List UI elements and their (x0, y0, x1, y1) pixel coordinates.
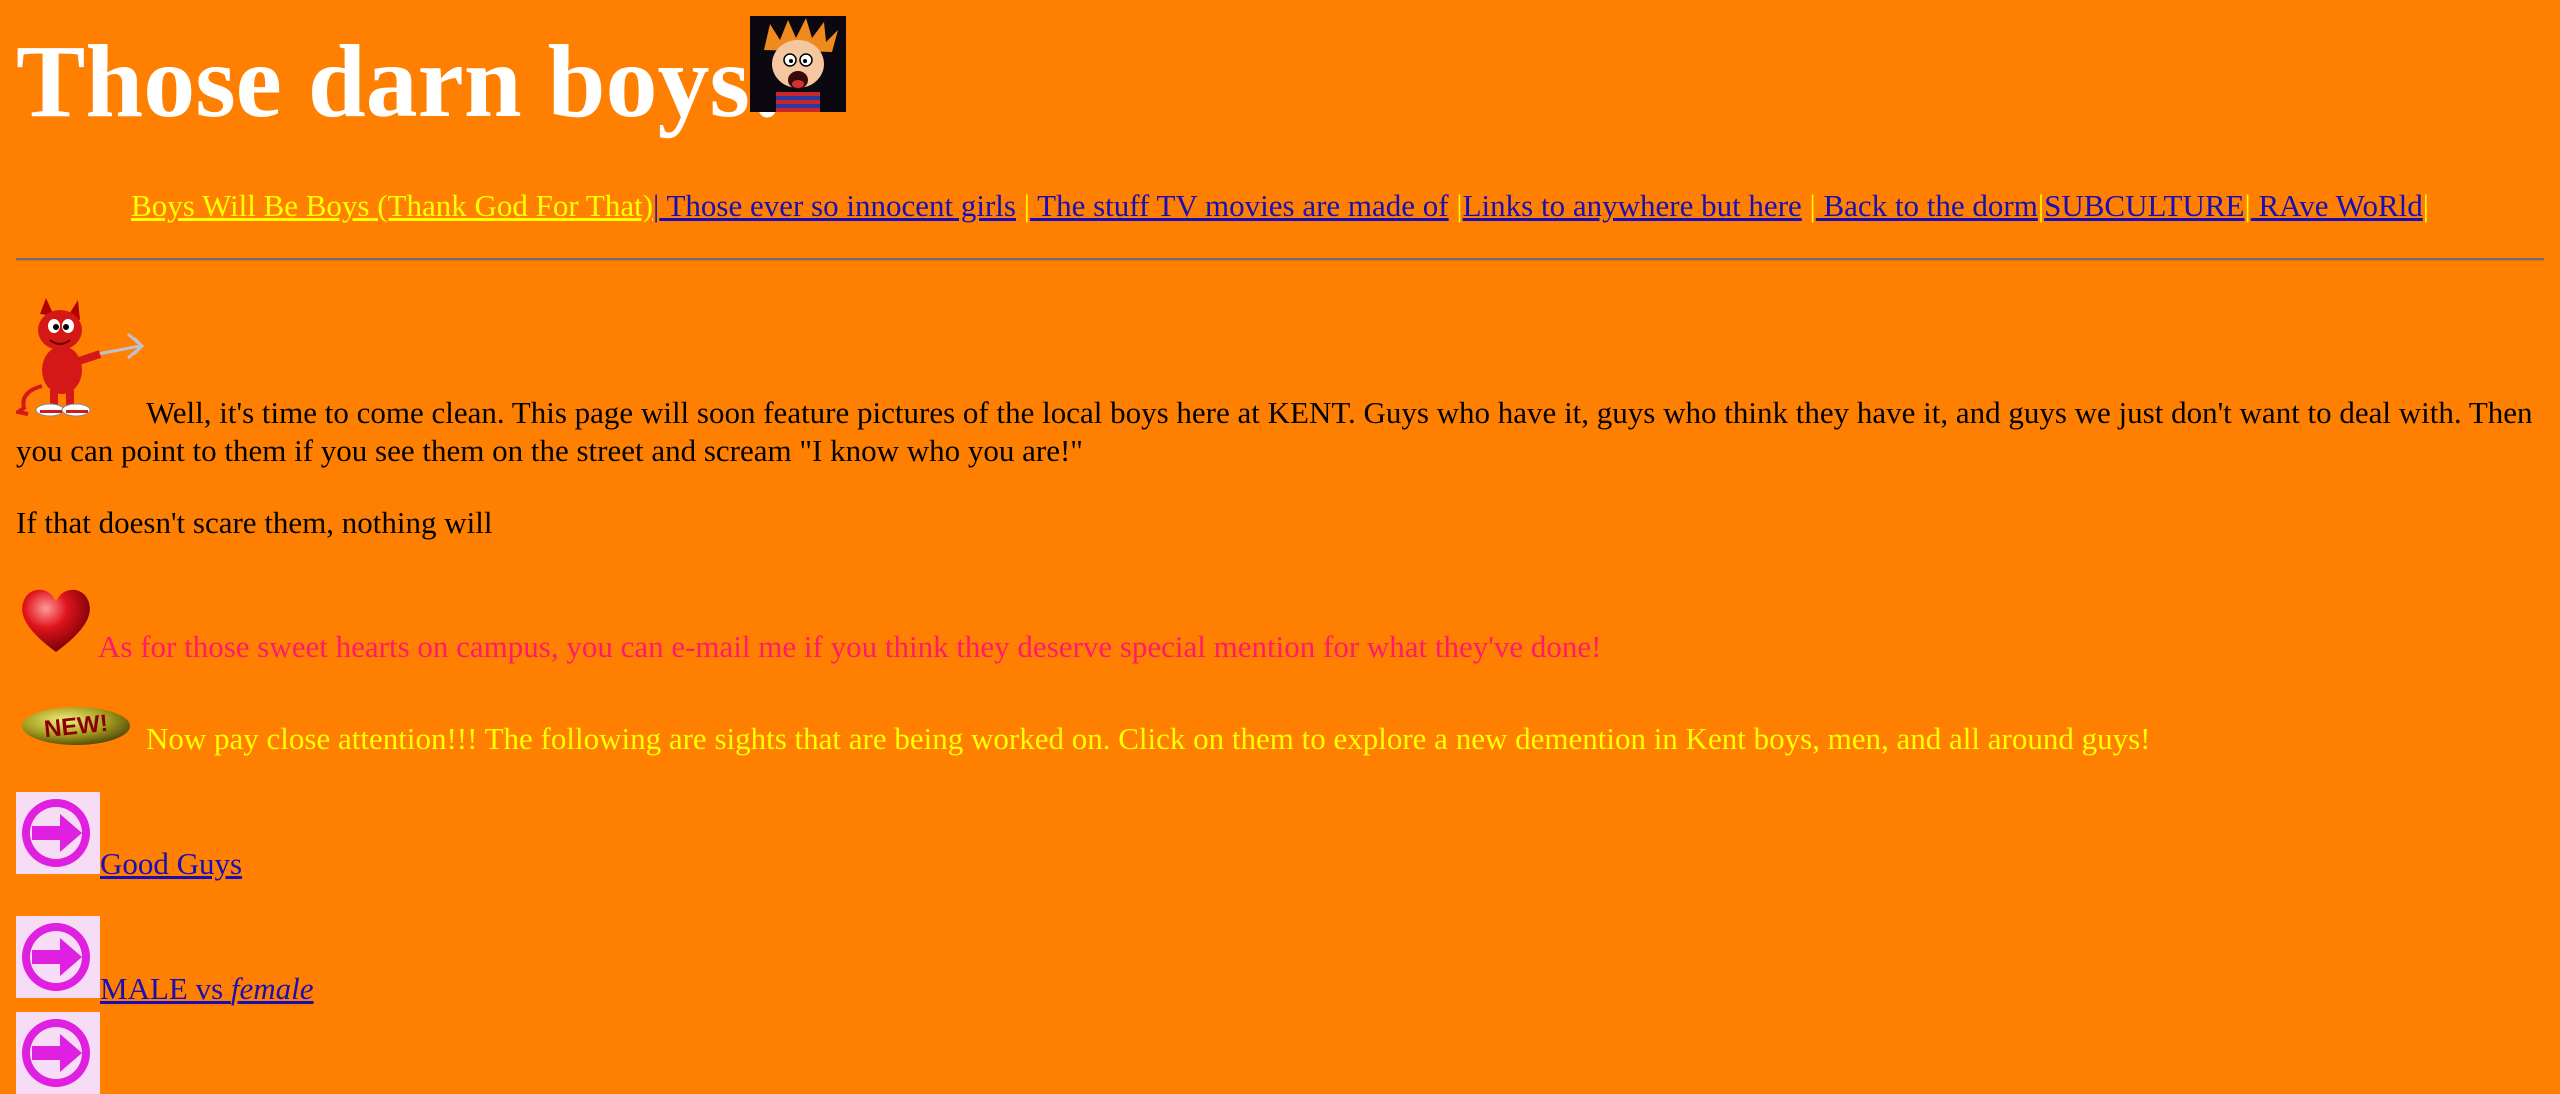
heart-icon (16, 582, 96, 656)
page-title: Those darn boys! (16, 24, 785, 139)
link-good-guys[interactable]: Good Guys (100, 845, 242, 883)
calvin-cartoon-icon (750, 16, 846, 112)
nav-link-boys-will-be-boys[interactable]: Boys Will Be Boys (Thank God For That) (131, 188, 653, 223)
link-female-label: female (230, 971, 314, 1006)
arrow-right-icon[interactable] (16, 1012, 100, 1094)
intro-paragraph: Well, it's time to come clean. This page… (16, 395, 2533, 468)
nav-link-tv-movies[interactable]: The stuff TV movies are made of (1030, 188, 1449, 223)
nav-link-innocent-girls[interactable]: Those ever so innocent girls (659, 188, 1016, 223)
nav-link-rave-world[interactable]: RAve WoRld (2251, 188, 2422, 223)
top-navigation: Boys Will Be Boys (Thank God For That)| … (0, 186, 2560, 226)
nav-link-links-anywhere[interactable]: Links to anywhere but here (1463, 188, 1802, 223)
arrow-right-icon[interactable] (16, 792, 100, 874)
nav-separator: | (2422, 188, 2429, 223)
link-male-vs-label: MALE vs (100, 971, 231, 1006)
attention-paragraph: Now pay close attention!!! The following… (146, 721, 2151, 756)
sweethearts-paragraph: As for those sweet hearts on campus, you… (98, 629, 1602, 664)
scare-paragraph: If that doesn't scare them, nothing will (16, 505, 493, 540)
page: Those darn boys! Boys Will Be Boys (Than… (0, 0, 2560, 1094)
nav-link-subculture[interactable]: SUBCULTURE (2044, 188, 2244, 223)
nav-link-back-to-dorm[interactable]: Back to the dorm (1816, 188, 2038, 223)
horizontal-divider (16, 258, 2544, 261)
arrow-right-icon[interactable] (16, 916, 100, 998)
new-badge-icon: NEW! (20, 702, 132, 748)
link-male-vs-female[interactable]: MALE vs female (100, 970, 314, 1008)
